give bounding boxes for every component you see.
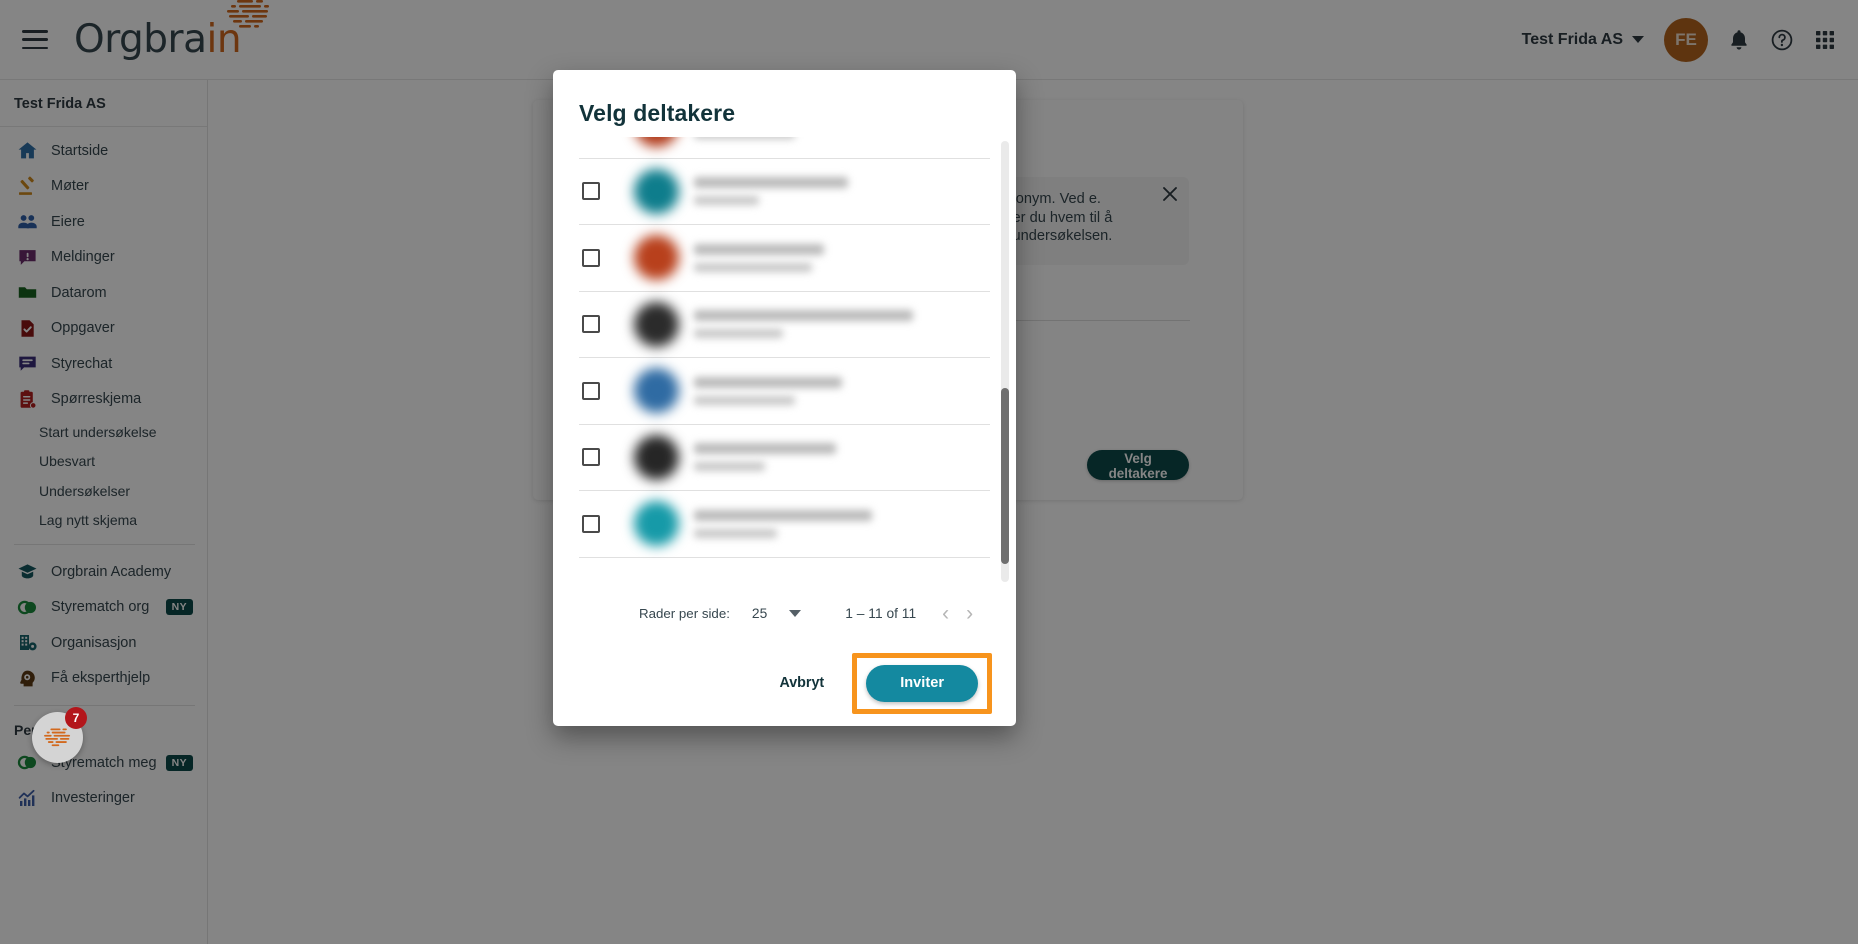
participant-email-redacted bbox=[694, 262, 813, 272]
participant-name-redacted bbox=[694, 376, 842, 388]
rows-per-page-label: Rader per side: bbox=[639, 605, 730, 621]
invite-button[interactable]: Inviter bbox=[866, 664, 978, 702]
modal-title: Velg deltakere bbox=[579, 100, 736, 126]
chevron-right-icon[interactable]: › bbox=[966, 603, 973, 624]
participant-email-redacted bbox=[694, 196, 760, 206]
participant-list[interactable] bbox=[553, 137, 1016, 586]
participant-avatar bbox=[634, 501, 679, 547]
participant-checkbox[interactable] bbox=[582, 315, 600, 334]
participant-info bbox=[694, 137, 990, 139]
participant-info bbox=[694, 177, 990, 206]
participant-row[interactable] bbox=[579, 225, 990, 292]
participant-name-redacted bbox=[694, 177, 848, 189]
participant-info bbox=[694, 310, 990, 339]
participant-email-redacted bbox=[694, 137, 795, 139]
select-participants-modal: Velg deltakere Rader per side: 25 1 – 11… bbox=[553, 70, 1016, 726]
invite-highlight-outline: Inviter bbox=[852, 652, 992, 714]
participant-avatar bbox=[634, 368, 679, 414]
participant-avatar bbox=[634, 434, 679, 480]
participant-avatar bbox=[634, 137, 679, 148]
participant-avatar bbox=[634, 235, 679, 281]
participant-avatar bbox=[634, 168, 679, 214]
participant-list-rows bbox=[579, 137, 990, 558]
participant-info bbox=[694, 509, 990, 538]
participant-row[interactable] bbox=[579, 491, 990, 558]
chevron-down-icon[interactable] bbox=[789, 609, 802, 617]
chevron-left-icon[interactable]: ‹ bbox=[942, 603, 949, 624]
participant-row[interactable] bbox=[579, 425, 990, 491]
modal-actions: Avbryt Inviter bbox=[553, 640, 1016, 726]
participant-row[interactable] bbox=[579, 159, 990, 225]
participant-email-redacted bbox=[694, 329, 783, 339]
participant-name-redacted bbox=[694, 243, 825, 255]
notification-badge: 7 bbox=[65, 707, 87, 729]
participant-email-redacted bbox=[694, 528, 777, 538]
participant-checkbox[interactable] bbox=[582, 514, 600, 533]
participant-info bbox=[694, 443, 990, 472]
participant-checkbox[interactable] bbox=[582, 381, 600, 400]
participant-avatar bbox=[634, 301, 679, 347]
pagination-range: 1 – 11 of 11 bbox=[845, 605, 917, 621]
participant-name-redacted bbox=[694, 509, 872, 521]
participant-info bbox=[694, 243, 990, 272]
participant-checkbox[interactable] bbox=[582, 448, 600, 467]
cancel-button[interactable]: Avbryt bbox=[765, 666, 838, 700]
participant-email-redacted bbox=[694, 395, 795, 405]
participant-row[interactable] bbox=[579, 358, 990, 425]
scrollbar-thumb[interactable] bbox=[1001, 387, 1009, 565]
pagination: Rader per side: 25 1 – 11 of 11 ‹ › bbox=[553, 586, 1016, 640]
participant-name-redacted bbox=[694, 443, 837, 455]
scrollbar[interactable] bbox=[1001, 141, 1009, 582]
participant-email-redacted bbox=[694, 462, 766, 472]
participant-info bbox=[694, 376, 990, 405]
participant-checkbox[interactable] bbox=[582, 182, 600, 201]
participant-row[interactable] bbox=[579, 137, 990, 159]
participant-row[interactable] bbox=[579, 292, 990, 358]
participant-checkbox[interactable] bbox=[582, 248, 600, 267]
rows-per-page-value[interactable]: 25 bbox=[752, 606, 767, 621]
app-root: Orgbrain Test Frida AS FE Test Frida AS … bbox=[0, 0, 1858, 944]
orgbrain-brain-icon bbox=[43, 728, 70, 746]
help-widget[interactable]: 7 bbox=[32, 707, 87, 763]
participant-name-redacted bbox=[694, 310, 914, 322]
